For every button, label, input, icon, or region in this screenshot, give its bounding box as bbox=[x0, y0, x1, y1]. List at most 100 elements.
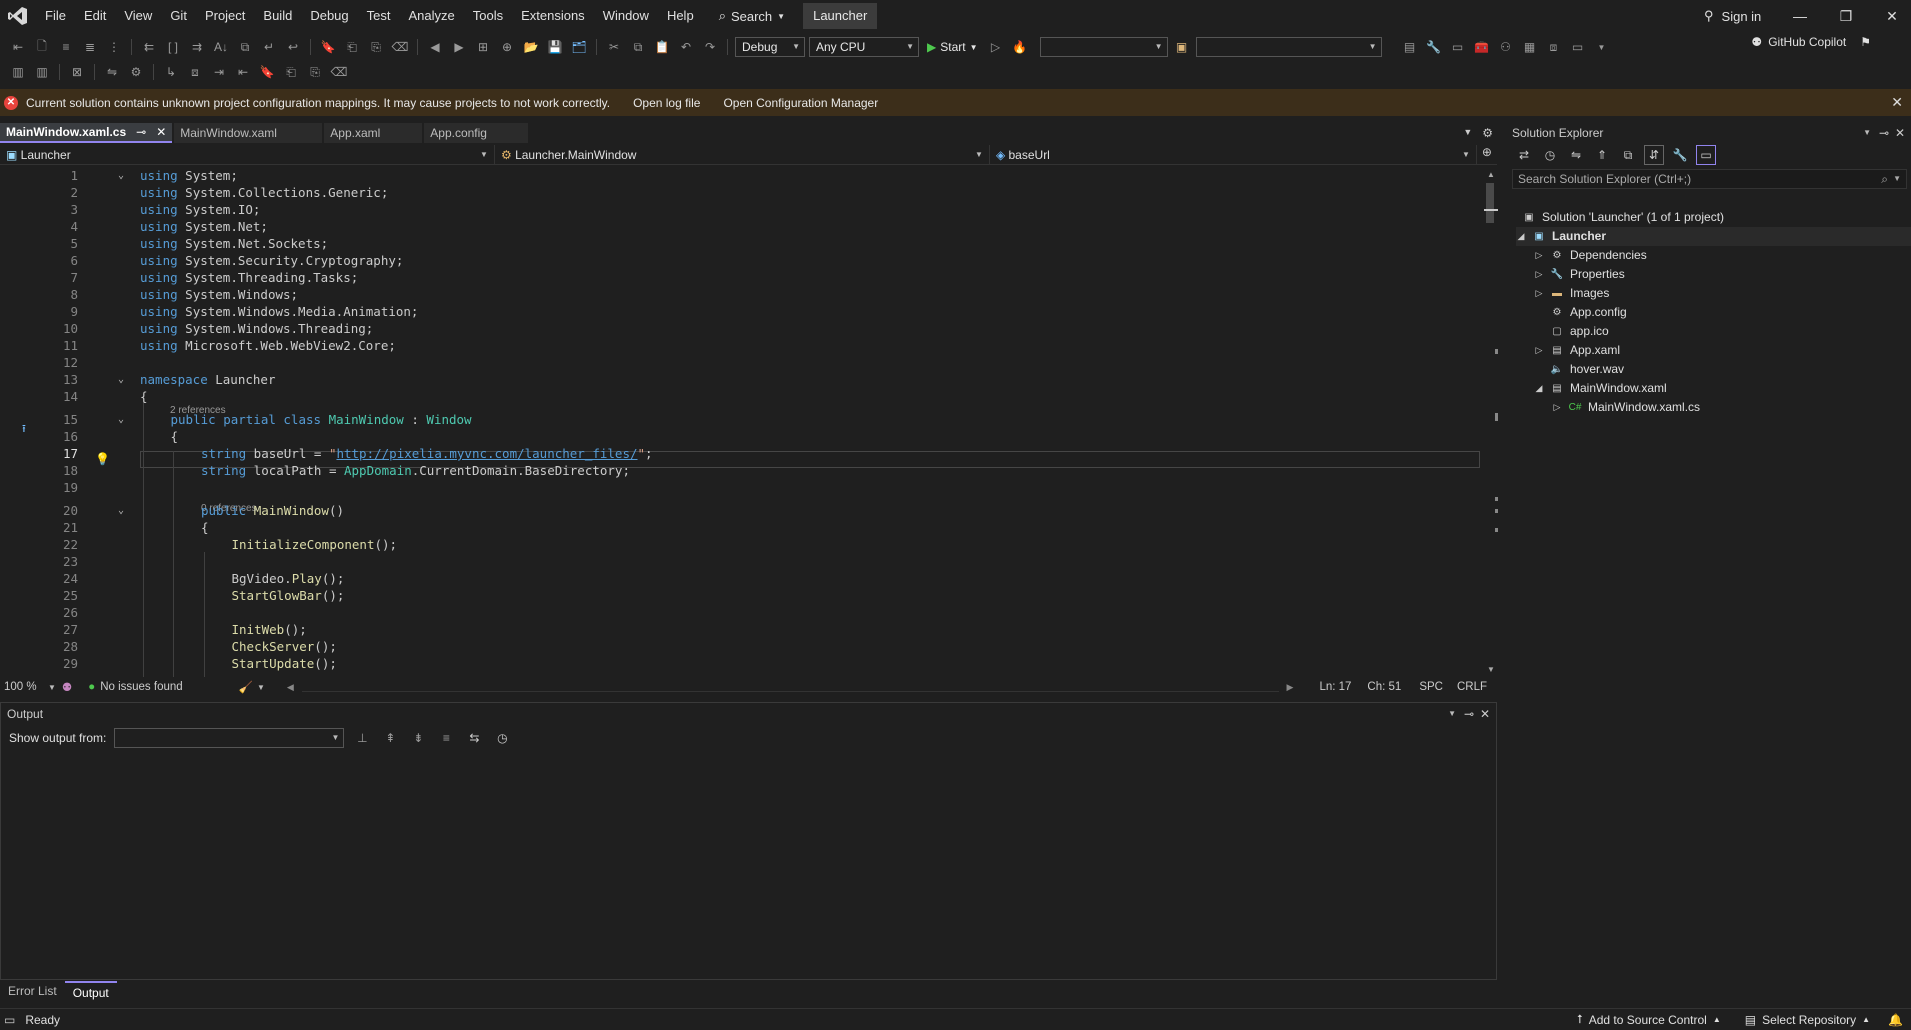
switch-views-icon[interactable]: ⇄ bbox=[1514, 145, 1534, 165]
bookmark-toggle-icon[interactable]: 🔖 bbox=[257, 62, 277, 82]
tab-output[interactable]: Output bbox=[64, 981, 117, 1001]
pending-changes-filter-icon[interactable]: ⇵ bbox=[1644, 145, 1664, 165]
tab-app-config[interactable]: App.config bbox=[424, 123, 529, 143]
open-configuration-manager-link[interactable]: Open Configuration Manager bbox=[723, 96, 878, 110]
code-cleanup-icon[interactable]: 🧹 bbox=[239, 680, 253, 694]
code-line[interactable]: 1 ⌄ using System; bbox=[0, 167, 1482, 184]
open-log-file-link[interactable]: Open log file bbox=[633, 96, 700, 110]
pin-icon[interactable]: ⊸ bbox=[136, 122, 146, 142]
close-icon[interactable]: ✕ bbox=[1895, 123, 1905, 143]
code-line[interactable]: 19 bbox=[0, 479, 1482, 496]
fold-toggle-icon[interactable]: ⌄ bbox=[118, 411, 124, 428]
prev-message-icon[interactable]: ⇞ bbox=[380, 728, 400, 748]
pin-icon[interactable]: ⊸ bbox=[1879, 123, 1889, 143]
indent-icon[interactable]: ⇉ bbox=[187, 37, 207, 57]
solution-explorer-search-input[interactable]: Search Solution Explorer (Ctrl+;) ⌕ ▼ bbox=[1512, 169, 1907, 189]
code-line[interactable]: 23 bbox=[0, 553, 1482, 570]
add-to-source-control-button[interactable]: ⭡ Add to Source Control ▲ bbox=[1577, 1012, 1721, 1027]
column-indicator[interactable]: Ch: 51 bbox=[1367, 681, 1401, 693]
expand-toggle-icon[interactable]: ▷ bbox=[1534, 265, 1544, 284]
bookmark-prev2-icon[interactable]: ⎗ bbox=[281, 62, 301, 82]
tree-node[interactable]: ▷ ⚙ Dependencies bbox=[1534, 246, 1647, 265]
type-dropdown[interactable]: ⚙ Launcher.MainWindow ▼ bbox=[495, 145, 990, 165]
code-editor[interactable]: 2 references 0 references ⭱ 💡 1 ⌄ using Sy… bbox=[0, 167, 1482, 677]
menu-analyze[interactable]: Analyze bbox=[399, 0, 463, 32]
sign-in-button[interactable]: ⚲ Sign in bbox=[1704, 0, 1761, 32]
tree-node[interactable]: ▣ Solution 'Launcher' (1 of 1 project) bbox=[1522, 208, 1724, 227]
scroll-left-icon[interactable]: ◀ bbox=[287, 682, 294, 693]
comment-icon[interactable]: ≡ bbox=[56, 37, 76, 57]
tree-node[interactable]: ⚙ App.config bbox=[1534, 303, 1627, 322]
tab-mainwindow-xaml-cs[interactable]: MainWindow.xaml.cs ⊸ ✕ bbox=[0, 122, 173, 143]
find-message-icon[interactable]: ⊥ bbox=[352, 728, 372, 748]
expand-toggle-icon[interactable]: ▷ bbox=[1534, 341, 1544, 360]
bookmark-next-icon[interactable]: ⎘ bbox=[366, 37, 386, 57]
tree-node[interactable]: ▷ ▤ App.xaml bbox=[1534, 341, 1621, 360]
menu-git[interactable]: Git bbox=[161, 0, 196, 32]
startup-item-dropdown[interactable]: ▼ bbox=[1039, 37, 1168, 57]
code-line[interactable]: 6 using System.Security.Cryptography; bbox=[0, 252, 1482, 269]
close-icon[interactable]: ✕ bbox=[1480, 703, 1490, 725]
expand-toggle-icon[interactable]: ◢ bbox=[1516, 227, 1526, 246]
select-repository-button[interactable]: ▤ Select Repository ▲ bbox=[1745, 1013, 1870, 1027]
close-icon[interactable]: ✕ bbox=[1891, 94, 1903, 111]
bracket-icon[interactable]: [ ] bbox=[163, 37, 183, 57]
code-line[interactable]: 2 using System.Collections.Generic; bbox=[0, 184, 1482, 201]
menu-help[interactable]: Help bbox=[658, 0, 703, 32]
minimize-button[interactable]: — bbox=[1777, 0, 1823, 32]
code-line[interactable]: 21 { bbox=[0, 519, 1482, 536]
code-line[interactable]: 4 using System.Net; bbox=[0, 218, 1482, 235]
step-into-icon[interactable]: ↳ bbox=[161, 62, 181, 82]
code-line[interactable]: 11 using Microsoft.Web.WebView2.Core; bbox=[0, 337, 1482, 354]
redo-icon[interactable]: ↷ bbox=[700, 37, 720, 57]
tree-node[interactable]: ▷ 🔧 Properties bbox=[1534, 265, 1625, 284]
preview-icon[interactable]: ▭ bbox=[1696, 145, 1716, 165]
scroll-down-icon[interactable]: ▼ bbox=[1487, 665, 1495, 674]
search-button[interactable]: ⌕ Search ▼ bbox=[711, 3, 793, 29]
clear-all-icon[interactable]: ≡ bbox=[436, 728, 456, 748]
diff-icon[interactable]: ⇋ bbox=[102, 62, 122, 82]
windows-icon[interactable]: ⧈ bbox=[1544, 37, 1564, 57]
show-all-files-icon[interactable]: ⧉ bbox=[1618, 145, 1638, 165]
undo-icon[interactable]: ↶ bbox=[676, 37, 696, 57]
fold-toggle-icon[interactable]: ⌄ bbox=[118, 167, 124, 184]
bookmark-prev-icon[interactable]: ⎗ bbox=[342, 37, 362, 57]
menu-view[interactable]: View bbox=[115, 0, 161, 32]
scroll-up-icon[interactable]: ▲ bbox=[1487, 170, 1495, 179]
notification-icon[interactable]: ▭ bbox=[4, 1013, 15, 1027]
code-line[interactable]: 20 ⌄ public MainWindow() bbox=[0, 502, 1482, 519]
tree-node[interactable]: ◢ ▤ MainWindow.xaml bbox=[1534, 379, 1667, 398]
bookmark-clear-icon[interactable]: ⌫ bbox=[390, 37, 410, 57]
code-line[interactable]: 8 using System.Windows; bbox=[0, 286, 1482, 303]
layout-icon[interactable]: ▤ bbox=[1400, 37, 1420, 57]
menu-build[interactable]: Build bbox=[254, 0, 301, 32]
solution-platform-dropdown[interactable]: Any CPU ▼ bbox=[809, 37, 919, 57]
code-line[interactable]: 14 { bbox=[0, 388, 1482, 405]
menu-debug[interactable]: Debug bbox=[301, 0, 357, 32]
wrap-icon[interactable]: ↵ bbox=[259, 37, 279, 57]
close-window-button[interactable]: ✕ bbox=[1869, 0, 1911, 32]
issues-indicator[interactable]: ● No issues found bbox=[88, 681, 182, 693]
menu-edit[interactable]: Edit bbox=[75, 0, 115, 32]
menu-project[interactable]: Project bbox=[196, 0, 254, 32]
target-dropdown[interactable]: ▼ bbox=[1195, 37, 1382, 57]
expand-toggle-icon[interactable]: ▷ bbox=[1552, 398, 1562, 417]
start-debugging-button[interactable]: ▶ Start ▼ bbox=[923, 40, 982, 54]
hot-reload-icon[interactable]: 🔥 bbox=[1010, 37, 1030, 57]
uncomment-icon[interactable]: ≣ bbox=[80, 37, 100, 57]
code-line[interactable]: 28 CheckServer(); bbox=[0, 638, 1482, 655]
wrench-icon[interactable]: 🔧 bbox=[1424, 37, 1444, 57]
clock-icon[interactable]: ◷ bbox=[492, 728, 512, 748]
solution-configuration-dropdown[interactable]: Debug ▼ bbox=[735, 37, 805, 57]
code-line[interactable]: 17 string baseUrl = "http://pixelia.myvnc… bbox=[0, 445, 1482, 462]
browse-folder-icon[interactable]: ▣ bbox=[1172, 37, 1192, 57]
code-line[interactable]: 3 using System.IO; bbox=[0, 201, 1482, 218]
clipboard-icon[interactable]: ⧈ bbox=[185, 62, 205, 82]
bookmark-icon[interactable]: 🔖 bbox=[318, 37, 338, 57]
line-indicator[interactable]: Ln: 17 bbox=[1319, 681, 1351, 693]
panel-menu-icon[interactable]: ▼ bbox=[1863, 123, 1871, 143]
panel-icon[interactable]: ▭ bbox=[1568, 37, 1588, 57]
whitespace-indicator[interactable]: SPC bbox=[1419, 681, 1443, 693]
settings-gear-icon[interactable]: ⚙ bbox=[1478, 123, 1497, 143]
tree-node[interactable]: ▢ app.ico bbox=[1534, 322, 1608, 341]
